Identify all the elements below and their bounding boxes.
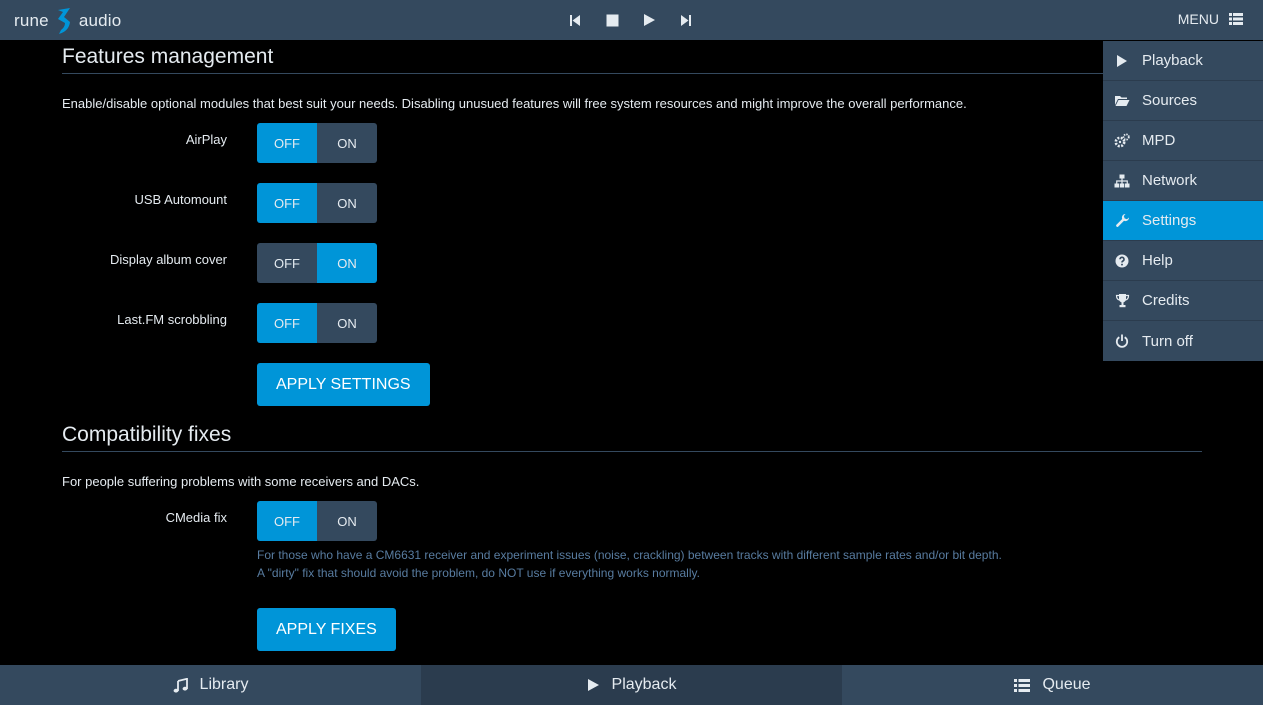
- settings-content: Features management Enable/disable optio…: [62, 40, 1202, 651]
- lastfm-off-option[interactable]: OFF: [257, 303, 317, 343]
- menu-item-help[interactable]: Help: [1103, 241, 1263, 281]
- features-description: Enable/disable optional modules that bes…: [62, 96, 967, 111]
- menu-item-label: Help: [1142, 252, 1173, 269]
- music-icon: [173, 677, 188, 693]
- stop-icon: [606, 14, 618, 26]
- play-button[interactable]: [640, 11, 658, 29]
- album-cover-row: Display album cover OFF ON: [62, 243, 1202, 283]
- menu-item-mpd[interactable]: MPD: [1103, 121, 1263, 161]
- usb-automount-off-option[interactable]: OFF: [257, 183, 317, 223]
- logo-word-rune: rune: [14, 11, 49, 30]
- trophy-icon: [1115, 294, 1129, 308]
- next-icon: [681, 14, 691, 26]
- album-cover-off-option[interactable]: OFF: [257, 243, 317, 283]
- compat-description: For people suffering problems with some …: [62, 474, 420, 489]
- lastfm-on-option[interactable]: ON: [317, 303, 377, 343]
- next-button[interactable]: [677, 11, 695, 29]
- apply-settings-button[interactable]: APPLY SETTINGS: [257, 363, 430, 406]
- menu-label: MENU: [1177, 11, 1219, 27]
- menu-item-label: Turn off: [1142, 332, 1193, 350]
- menu-item-credits[interactable]: Credits: [1103, 281, 1263, 321]
- usb-automount-toggle[interactable]: OFF ON: [257, 183, 377, 223]
- menu-item-sources[interactable]: Sources: [1103, 81, 1263, 121]
- airplay-toggle[interactable]: OFF ON: [257, 123, 377, 163]
- usb-automount-label: USB Automount: [134, 192, 228, 207]
- wrench-icon: [1115, 214, 1129, 227]
- features-rows: AirPlay OFF ON USB Automount OFF ON Disp…: [62, 123, 1202, 343]
- power-icon: [1115, 334, 1129, 348]
- menu-item-label: Sources: [1142, 92, 1198, 109]
- previous-button[interactable]: [566, 11, 584, 29]
- menu-item-playback[interactable]: Playback: [1103, 41, 1263, 81]
- cmedia-help-line2: A "dirty" fix that should avoid the prob…: [257, 566, 700, 580]
- cmedia-on-option[interactable]: ON: [317, 501, 377, 541]
- play-icon: [587, 679, 599, 691]
- usb-automount-on-option[interactable]: ON: [317, 183, 377, 223]
- transport-controls: [566, 11, 695, 29]
- airplay-on-option[interactable]: ON: [317, 123, 377, 163]
- cmedia-help-line1: For those who have a CM6631 receiver and…: [257, 548, 1002, 562]
- logo-word-audio: audio: [78, 11, 122, 30]
- tab-playback-label: Playback: [611, 676, 677, 693]
- side-menu: Playback Sources MPD Network Settings He…: [1103, 41, 1263, 361]
- cmedia-help: For those who have a CM6631 receiver and…: [257, 546, 1202, 582]
- features-title: Features management: [62, 40, 1202, 74]
- bottom-tab-bar: Library Playback Queue: [0, 665, 1263, 705]
- menu-item-label: Credits: [1142, 292, 1190, 309]
- play-icon: [643, 14, 655, 26]
- album-cover-on-option[interactable]: ON: [317, 243, 377, 283]
- lastfm-label: Last.FM scrobbling: [117, 312, 227, 327]
- menu-item-label: Network: [1142, 172, 1198, 189]
- top-bar: rune audio MENU: [0, 0, 1263, 40]
- menu-button[interactable]: MENU: [1178, 11, 1243, 27]
- play-icon: [1117, 54, 1127, 67]
- cmedia-label: CMedia fix: [165, 510, 227, 525]
- stop-button[interactable]: [603, 11, 621, 29]
- tab-library[interactable]: Library: [0, 665, 421, 705]
- folder-open-icon: [1115, 96, 1130, 106]
- cmedia-toggle[interactable]: OFF ON: [257, 501, 377, 541]
- menu-item-turn-off[interactable]: Turn off: [1103, 321, 1263, 361]
- cmedia-off-option[interactable]: OFF: [257, 501, 317, 541]
- lastfm-row: Last.FM scrobbling OFF ON: [62, 303, 1202, 343]
- apply-fixes-button[interactable]: APPLY FIXES: [257, 608, 396, 651]
- menu-item-label: Playback: [1142, 52, 1203, 69]
- usb-automount-row: USB Automount OFF ON: [62, 183, 1202, 223]
- previous-icon: [570, 14, 580, 26]
- compat-title: Compatibility fixes: [62, 418, 1202, 452]
- menu-item-label: MPD: [1142, 132, 1176, 149]
- rune-logo-mark-icon: [57, 8, 70, 34]
- tab-queue[interactable]: Queue: [842, 665, 1263, 705]
- menu-item-settings[interactable]: Settings: [1103, 201, 1263, 241]
- menu-item-label: Settings: [1142, 212, 1197, 229]
- airplay-off-option[interactable]: OFF: [257, 123, 317, 163]
- album-cover-label: Display album cover: [109, 252, 227, 267]
- album-cover-toggle[interactable]: OFF ON: [257, 243, 377, 283]
- airplay-label: AirPlay: [185, 132, 227, 147]
- menu-item-network[interactable]: Network: [1103, 161, 1263, 201]
- list-icon: [1229, 13, 1243, 25]
- tab-queue-label: Queue: [1042, 676, 1091, 693]
- tab-library-label: Library: [199, 676, 249, 693]
- question-circle-icon: [1115, 254, 1129, 267]
- gears-icon: [1114, 133, 1130, 148]
- tab-playback[interactable]: Playback: [421, 665, 842, 705]
- rune-audio-logo[interactable]: rune audio: [14, 6, 121, 36]
- sitemap-icon: [1114, 174, 1130, 187]
- airplay-row: AirPlay OFF ON: [62, 123, 1202, 163]
- lastfm-toggle[interactable]: OFF ON: [257, 303, 377, 343]
- list-icon: [1014, 678, 1031, 692]
- cmedia-row: CMedia fix OFF ON: [62, 501, 1202, 541]
